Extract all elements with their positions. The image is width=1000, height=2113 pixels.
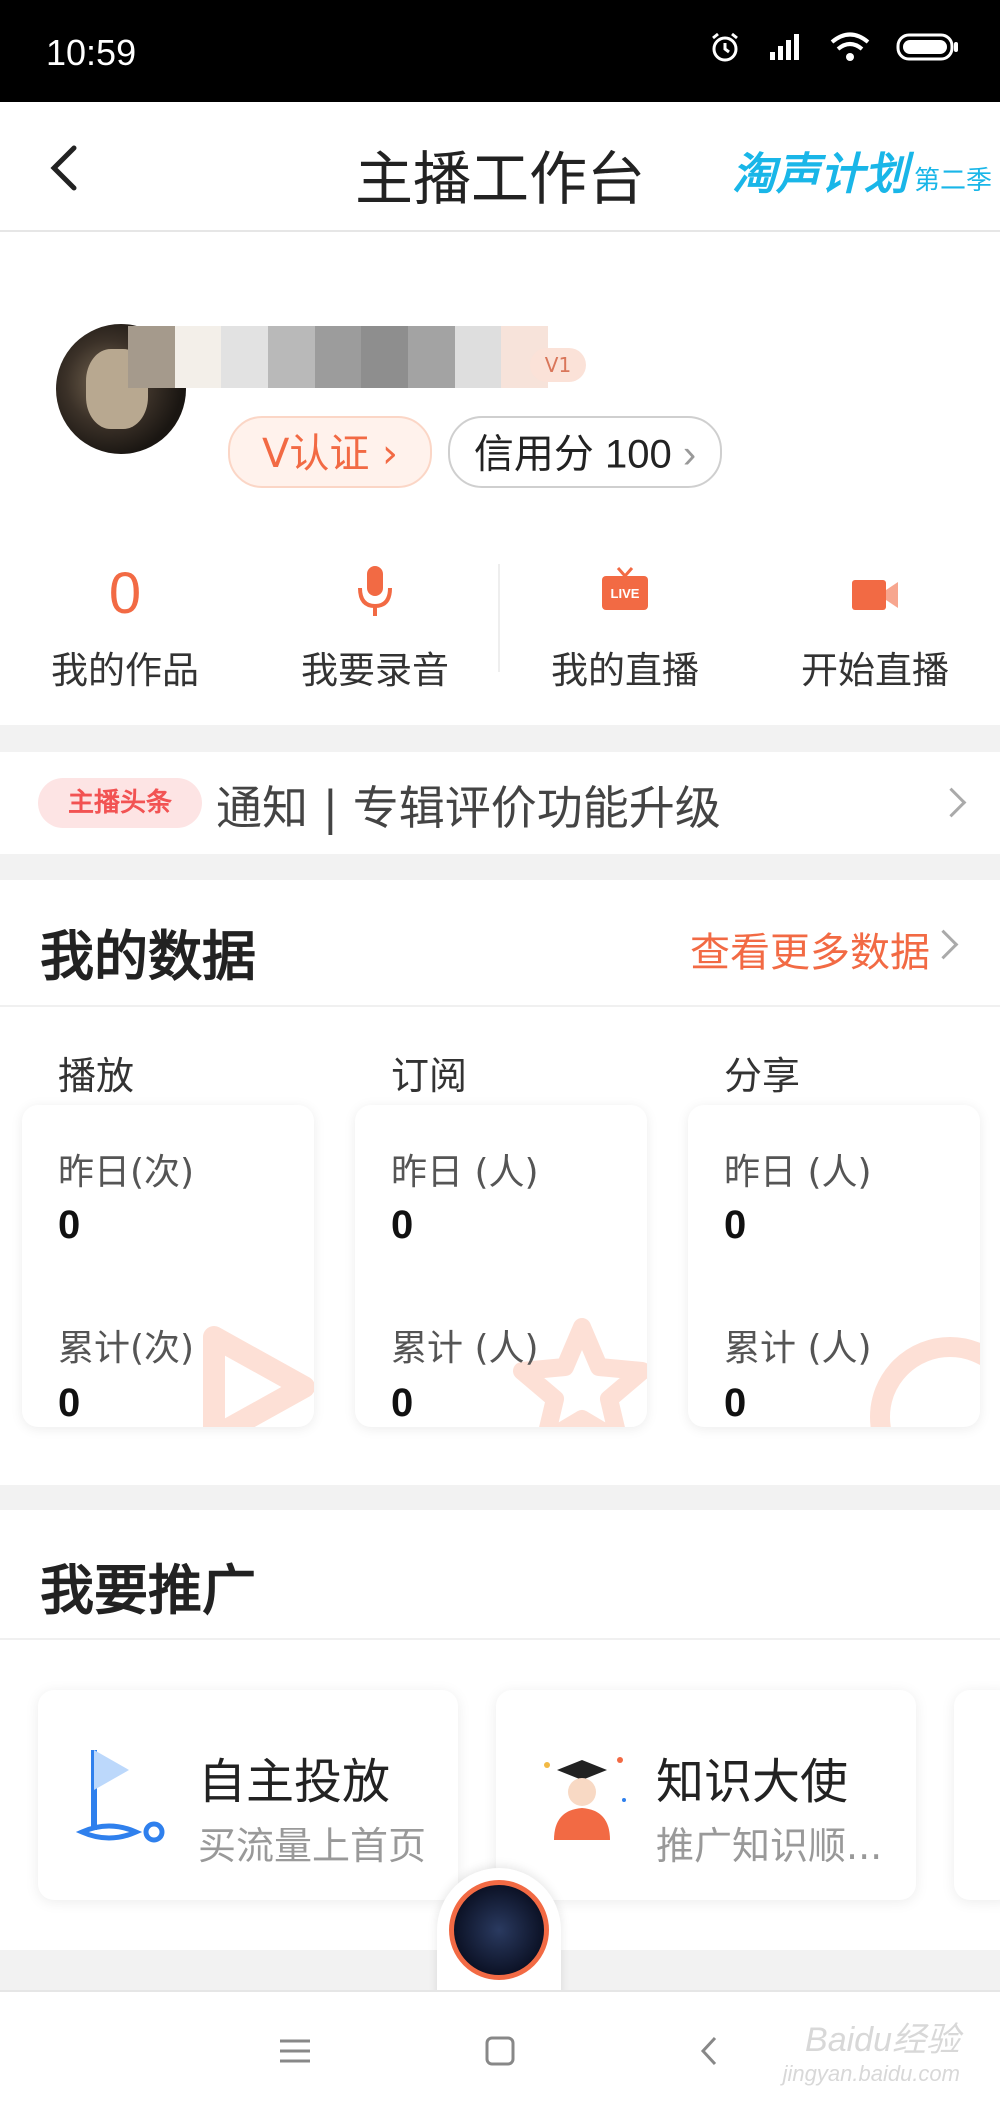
divider: [498, 564, 500, 672]
notice-tag: 主播头条: [38, 778, 202, 828]
chevron-right-icon: [936, 787, 967, 818]
wifi-icon: [830, 32, 870, 61]
quick-actions: 0 我的作品 我要录音 LIVE 我的直播 开始直播: [0, 552, 1000, 702]
total-label: 累计 (人): [391, 1328, 539, 1369]
video-camera-icon: [852, 580, 898, 610]
self-launch-card[interactable]: 自主投放 买流量上首页: [38, 1690, 458, 1900]
total-value: 0: [391, 1381, 414, 1425]
my-data-section: 我的数据 查看更多数据 播放 订阅 分享 昨日(次) 0 累计(次) 0 昨日 …: [0, 880, 1000, 1485]
yesterday-value: 0: [391, 1203, 414, 1247]
level-badge: V1: [530, 348, 586, 382]
section-title: 我的数据: [40, 925, 256, 988]
microphone-icon: [358, 566, 392, 616]
promo-sub-text: 第二季: [913, 166, 992, 196]
section-header: 我的数据 查看更多数据: [0, 880, 1000, 1007]
action-label: 我的直播: [551, 649, 699, 692]
share-stats-card[interactable]: 昨日 (人) 0 累计 (人) 0: [688, 1105, 980, 1427]
action-label: 开始直播: [801, 649, 949, 692]
promo-banner-logo[interactable]: 淘声计划 第二季: [732, 138, 992, 202]
divider: [0, 1638, 1000, 1640]
notice-text: 通知 | 专辑评价功能升级: [216, 781, 721, 835]
record-button[interactable]: 我要录音: [250, 552, 500, 702]
column-label-share: 分享: [724, 1054, 801, 1098]
svg-text:LIVE: LIVE: [611, 586, 640, 601]
card-title: 自主投放: [198, 1754, 391, 1810]
yesterday-label: 昨日 (人): [391, 1152, 539, 1193]
profile-section: V1 V认证 › 信用分 100 › 0 我的作品 我要录音 LIVE 我的直播…: [0, 232, 1000, 725]
album-cover: [449, 1880, 549, 1980]
works-count: 0: [108, 561, 142, 626]
v-certification-button[interactable]: V认证 ›: [228, 416, 432, 488]
action-label: 我的作品: [51, 649, 199, 692]
start-live-button[interactable]: 开始直播: [750, 552, 1000, 702]
promotion-card-partial[interactable]: [954, 1690, 1000, 1900]
status-icons: [708, 30, 960, 64]
back-icon[interactable]: [685, 2026, 735, 2076]
live-tv-icon: LIVE: [602, 567, 648, 610]
credit-score-button[interactable]: 信用分 100 ›: [448, 416, 722, 488]
section-title: 我要推广: [40, 1559, 256, 1622]
signal-icon: [770, 34, 799, 60]
total-label: 累计(次): [58, 1328, 195, 1369]
battery-icon: [896, 33, 958, 61]
graduate-icon: [544, 1757, 626, 1840]
alarm-icon: [712, 32, 738, 62]
total-label: 累计 (人): [724, 1328, 872, 1369]
my-live-button[interactable]: LIVE 我的直播: [500, 552, 750, 702]
card-subtitle: 推广知识顺...: [656, 1824, 883, 1868]
column-label-play: 播放: [58, 1054, 135, 1098]
promo-main-text: 淘声计划: [731, 149, 908, 200]
column-label-subscribe: 订阅: [391, 1054, 468, 1098]
knowledge-ambassador-card[interactable]: 知识大使 推广知识顺...: [496, 1690, 916, 1900]
total-value: 0: [724, 1381, 747, 1425]
username-blurred: [128, 326, 549, 388]
my-works-button[interactable]: 0 我的作品: [0, 552, 250, 702]
card-title: 知识大使: [656, 1754, 849, 1810]
home-icon[interactable]: [475, 2026, 525, 2076]
yesterday-label: 昨日(次): [58, 1152, 195, 1193]
view-more-data-link[interactable]: 查看更多数据: [690, 920, 930, 978]
play-stats-card[interactable]: 昨日(次) 0 累计(次) 0: [22, 1105, 314, 1427]
nav-bar: 主播工作台 淘声计划 第二季: [0, 102, 1000, 232]
watermark: Baidu经验 jingyan.baidu.com: [782, 2021, 960, 2086]
subscribe-stats-card[interactable]: 昨日 (人) 0 累计 (人) 0: [355, 1105, 647, 1427]
status-bar: 10:59: [0, 0, 1000, 102]
yesterday-value: 0: [724, 1203, 747, 1247]
yesterday-label: 昨日 (人): [724, 1152, 872, 1193]
flag-icon: [75, 1750, 165, 1843]
notice-bar[interactable]: 主播头条 通知 | 专辑评价功能升级: [0, 752, 1000, 854]
floating-player[interactable]: [437, 1868, 561, 2008]
yesterday-value: 0: [58, 1203, 81, 1247]
chevron-right-icon: [928, 929, 959, 960]
system-navigation-bar: Baidu经验 jingyan.baidu.com: [0, 1990, 1000, 2113]
total-value: 0: [58, 1381, 81, 1425]
clock: 10:59: [46, 32, 137, 73]
action-label: 我要录音: [301, 649, 449, 692]
card-subtitle: 买流量上首页: [198, 1824, 427, 1868]
menu-icon[interactable]: [270, 2026, 320, 2076]
play-icon: [203, 1326, 314, 1427]
